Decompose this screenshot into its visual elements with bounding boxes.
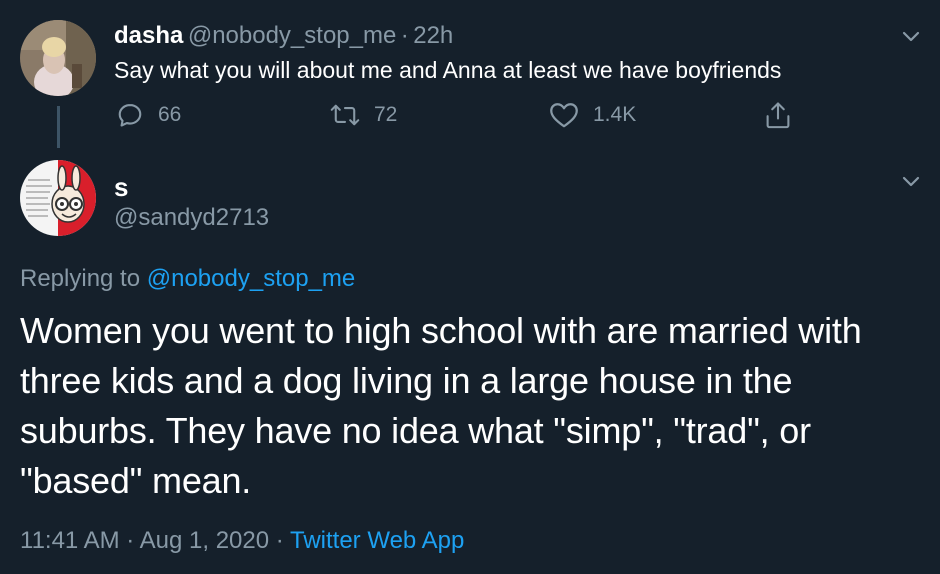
tweet-source-link[interactable]: Twitter Web App <box>290 527 464 554</box>
reply-icon <box>118 104 142 127</box>
meta-separator: · <box>275 527 284 554</box>
chevron-down-icon[interactable] <box>897 167 925 195</box>
retweet-icon <box>330 104 360 126</box>
retweet-count: 72 <box>374 103 398 126</box>
share-icon <box>766 102 790 129</box>
like-button[interactable]: 1.4K <box>549 99 636 131</box>
parent-handle[interactable]: @nobody_stop_me <box>188 22 397 49</box>
like-icon <box>550 103 578 128</box>
avatar-sandyd[interactable] <box>20 160 96 236</box>
replying-to-handle-link[interactable]: @nobody_stop_me <box>147 265 356 292</box>
reply-button[interactable]: 66 <box>116 99 181 131</box>
parent-time-separator: · <box>400 22 409 49</box>
parent-tweet-text: Say what you will about me and Anna at l… <box>114 57 782 83</box>
reply-tweet-text: Women you went to high school with are m… <box>20 310 862 501</box>
tweet-date[interactable]: Aug 1, 2020 <box>140 527 269 554</box>
like-count: 1.4K <box>593 103 637 126</box>
tweet-meta: 11:41 AM · Aug 1, 2020 · Twitter Web App <box>20 527 464 555</box>
reply-count: 66 <box>158 103 182 126</box>
reply-handle[interactable]: @sandyd2713 <box>114 204 269 232</box>
chevron-down-icon[interactable] <box>897 22 925 50</box>
replying-to-line: Replying to @nobody_stop_me <box>20 265 355 293</box>
parent-display-name[interactable]: dasha <box>114 22 183 49</box>
retweet-button[interactable]: 72 <box>330 99 397 131</box>
thread-connector <box>57 106 60 148</box>
parent-time[interactable]: 22h <box>413 22 453 49</box>
share-button[interactable] <box>764 99 792 131</box>
parent-header: dasha @nobody_stop_me · 22h <box>114 22 453 50</box>
avatar-dasha[interactable] <box>20 20 96 96</box>
replying-to-prefix: Replying to <box>20 265 141 292</box>
meta-separator: · <box>126 527 135 554</box>
reply-display-name[interactable]: s <box>114 172 128 203</box>
tweet-time[interactable]: 11:41 AM <box>20 527 120 554</box>
